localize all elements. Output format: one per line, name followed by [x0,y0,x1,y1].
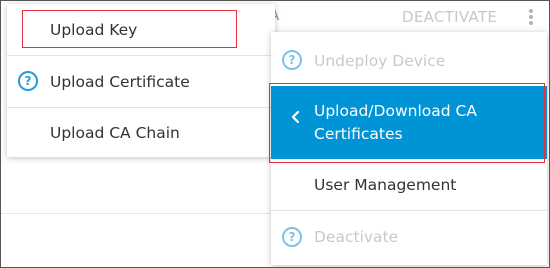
menu-item-label-line2: Certificates [314,124,403,143]
menu-item-label-line1: Upload/Download CA [314,101,477,120]
kebab-dot [529,9,533,13]
kebab-dot [529,21,533,25]
menu-item-user-management[interactable]: User Management [271,159,547,210]
menu-item-label: Upload CA Chain [50,123,180,142]
upload-submenu: Upload Key ? Upload Certificate Upload C… [7,4,275,157]
kebab-menu-icon[interactable] [528,9,534,29]
menu-item-label: Upload/Download CA Certificates [314,100,477,146]
help-icon[interactable]: ? [282,50,302,70]
deactivate-button[interactable]: DEACTIVATE [402,6,497,28]
background-divider [1,213,271,214]
help-icon[interactable]: ? [282,227,302,247]
menu-item-label: Upload Key [50,20,138,39]
menu-item-upload-download-ca-certificates[interactable]: Upload/Download CA Certificates [271,86,547,159]
chevron-left-icon [291,110,300,124]
menu-item-deactivate[interactable]: ? Deactivate [271,211,547,263]
menu-item-undeploy-device[interactable]: ? Undeploy Device [271,35,547,86]
device-actions-menu: ? Undeploy Device Upload/Download CA Cer… [271,32,547,265]
menu-item-upload-ca-chain[interactable]: Upload CA Chain [7,108,275,157]
kebab-dot [529,15,533,19]
menu-item-label: User Management [314,175,457,194]
menu-item-label: Deactivate [314,228,399,246]
help-icon[interactable]: ? [18,71,38,91]
screenshot-frame: A DEACTIVATE Upload Key ? Upload Certifi… [0,0,550,268]
menu-item-upload-certificate[interactable]: ? Upload Certificate [7,56,275,107]
menu-item-label: Undeploy Device [314,51,446,70]
menu-item-label: Upload Certificate [50,72,190,91]
menu-item-upload-key[interactable]: Upload Key [7,4,275,55]
